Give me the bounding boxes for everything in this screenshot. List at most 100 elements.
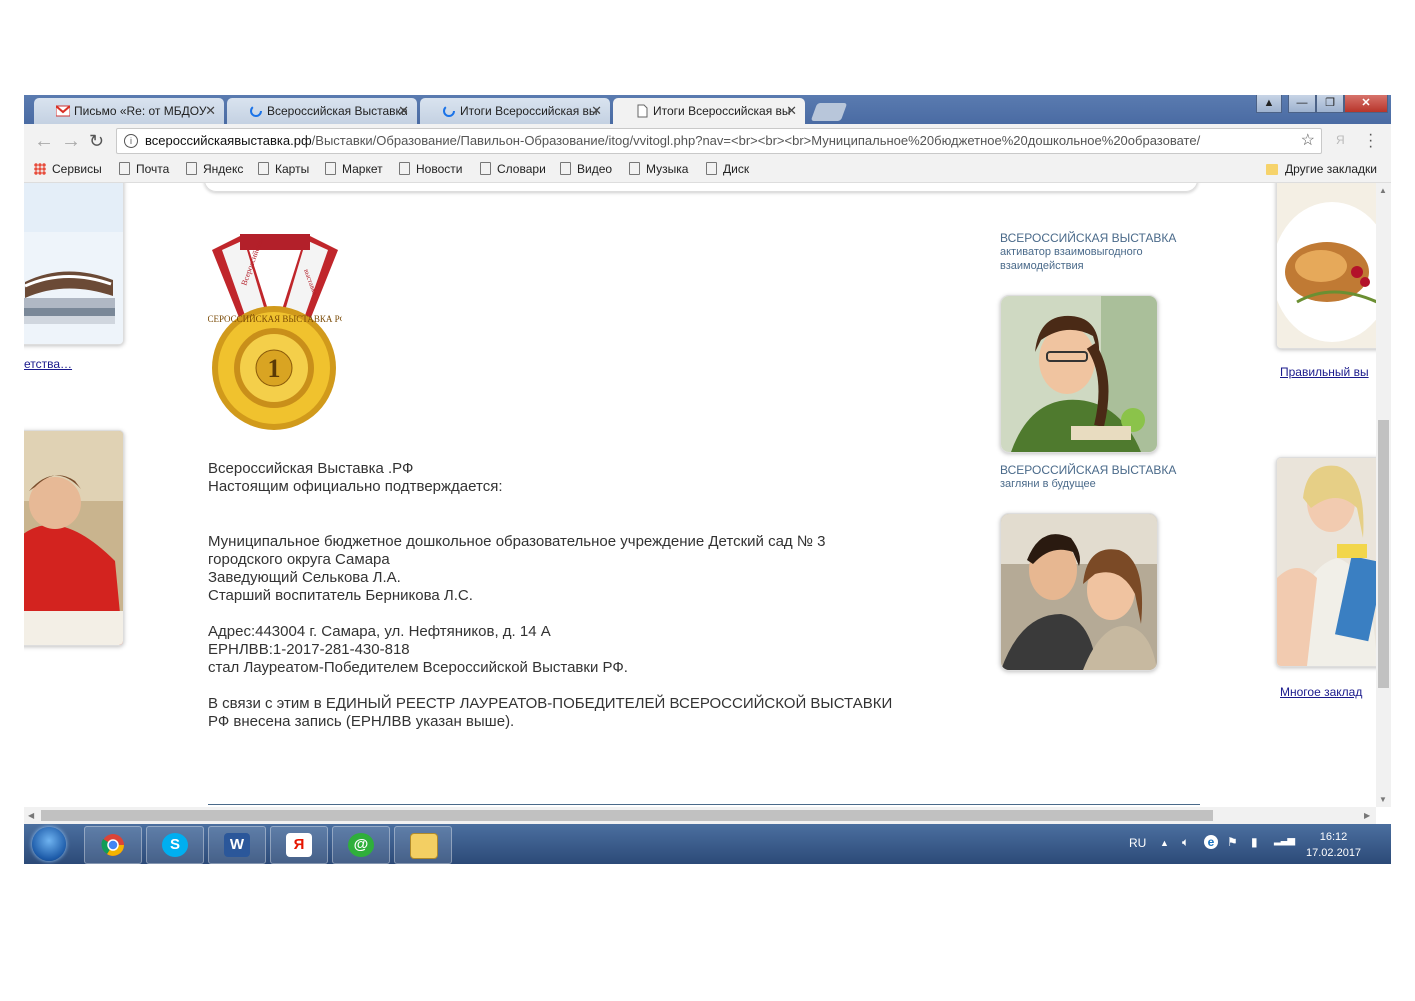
scroll-left-icon[interactable]: ◀ <box>28 811 34 820</box>
bookmarks-bar: Сервисы Почта Яндекс Карты Маркет Новост… <box>24 159 1391 183</box>
horizontal-scrollbar[interactable]: ◀ ▶ <box>24 807 1376 824</box>
url-host: всероссийскаявыставка.рф <box>145 133 312 148</box>
page-icon <box>258 162 269 175</box>
page-icon <box>480 162 491 175</box>
forward-icon[interactable]: → <box>61 130 81 153</box>
left-card-books[interactable] <box>24 183 124 345</box>
right-card-girls[interactable] <box>1276 457 1376 667</box>
registry-line-1: В связи с этим в ЕДИНЫЙ РЕЕСТР ЛАУРЕАТОВ… <box>208 695 893 712</box>
couple-image <box>1001 514 1157 670</box>
folder-icon <box>1266 164 1278 175</box>
horizontal-scroll-thumb[interactable] <box>41 810 1213 821</box>
info-icon[interactable]: i <box>124 134 138 148</box>
tab-strip: Письмо «Re: от МБДОУ ✕ Всероссийская Выс… <box>24 95 1391 124</box>
tab-results-1[interactable]: Итоги Всероссийская вы ✕ <box>420 98 610 124</box>
page-icon <box>706 162 717 175</box>
taskbar-skype[interactable]: S <box>146 826 204 864</box>
right-card-food[interactable] <box>1276 183 1376 349</box>
other-bookmarks[interactable]: Другие закладки <box>1266 162 1377 176</box>
tab-exhibition[interactable]: Всероссийская Выставка ✕ <box>227 98 417 124</box>
volume-icon[interactable]: 🔈︎ <box>1182 835 1189 850</box>
tab-results-2[interactable]: Итоги Всероссийская вы ✕ <box>613 98 805 124</box>
taskbar-chrome[interactable] <box>84 826 142 864</box>
close-icon[interactable]: ✕ <box>205 103 216 119</box>
promo-sub: взаимодействия <box>1000 260 1084 272</box>
tab-mail[interactable]: Письмо «Re: от МБДОУ ✕ <box>34 98 224 124</box>
minimize-button[interactable]: — <box>1288 95 1316 113</box>
student-image <box>24 431 123 645</box>
bookmark-item[interactable]: Маркет <box>325 162 383 176</box>
tab-title: Итоги Всероссийская вы <box>653 104 791 118</box>
bookmark-star-icon[interactable]: ☆ <box>1301 129 1315 153</box>
new-tab-button[interactable] <box>810 103 848 121</box>
right-card-link-1[interactable]: Правильный вы <box>1280 365 1369 379</box>
medal-ring-text: ВСЕРОССИЙСКАЯ ВЫСТАВКА РФ <box>208 314 342 324</box>
org-name: Муниципальное бюджетное дошкольное образ… <box>208 533 826 550</box>
address-bar[interactable]: i всероссийскаявыставка.рф/Выставки/Обра… <box>116 128 1322 154</box>
back-icon[interactable]: ← <box>34 130 54 153</box>
start-button[interactable] <box>32 827 66 861</box>
right-card-link-2[interactable]: Многое заклад <box>1280 685 1362 699</box>
promo-block-2[interactable]: ВСЕРОССИЙСКАЯ ВЫСТАВКА загляни в будущее <box>1000 463 1176 491</box>
promo-sub: загляни в будущее <box>1000 478 1096 490</box>
vertical-scrollbar[interactable]: ▲ ▼ <box>1376 183 1391 807</box>
promo-block-1[interactable]: ВСЕРОССИЙСКАЯ ВЫСТАВКА активатор взаимов… <box>1000 231 1176 273</box>
scroll-up-icon[interactable]: ▲ <box>1379 186 1387 195</box>
tray-expand-icon[interactable]: ▲ <box>1160 838 1169 848</box>
loading-icon <box>250 105 262 117</box>
bookmark-item[interactable]: Яндекс <box>186 162 243 176</box>
vertical-scroll-thumb[interactable] <box>1378 420 1389 688</box>
promo-title: ВСЕРОССИЙСКАЯ ВЫСТАВКА <box>1000 231 1177 245</box>
clock-time: 16:12 <box>1319 831 1348 843</box>
left-card-link[interactable]: етства… <box>24 357 72 371</box>
clock[interactable]: 16:12 17.02.2017 <box>1306 829 1361 861</box>
close-icon[interactable]: ✕ <box>591 103 602 119</box>
user-icon[interactable]: ▲ <box>1256 95 1282 113</box>
bookmark-item[interactable]: Музыка <box>629 162 688 176</box>
network-signal-icon[interactable]: ▂▃▅ <box>1274 835 1295 846</box>
explorer-icon <box>410 833 438 859</box>
books-image <box>24 183 123 344</box>
promo-image-couple[interactable] <box>1000 513 1158 671</box>
edge-icon[interactable]: e <box>1204 835 1218 849</box>
scroll-down-icon[interactable]: ▼ <box>1379 795 1387 804</box>
menu-icon[interactable]: · · · <box>1368 127 1373 155</box>
clock-date: 17.02.2017 <box>1306 847 1362 859</box>
page-icon <box>119 162 130 175</box>
left-card-student[interactable] <box>24 430 124 646</box>
bookmark-item[interactable]: Словари <box>480 162 546 176</box>
bookmark-item[interactable]: Видео <box>560 162 612 176</box>
scroll-right-icon[interactable]: ▶ <box>1364 811 1370 820</box>
taskbar-explorer[interactable] <box>394 826 452 864</box>
reload-icon[interactable]: ↻ <box>89 131 104 152</box>
battery-icon[interactable]: ▮ <box>1251 835 1258 849</box>
taskbar-yandex[interactable]: Я <box>270 826 328 864</box>
taskbar-word[interactable]: W <box>208 826 266 864</box>
language-indicator[interactable]: RU <box>1129 836 1146 850</box>
page-icon <box>186 162 197 175</box>
bookmark-item[interactable]: Новости <box>399 162 462 176</box>
header-box-bottom <box>204 183 1198 192</box>
flag-icon[interactable]: ⚑ <box>1227 835 1238 849</box>
site-name: Всероссийская Выставка .РФ <box>208 460 414 477</box>
web-page: етства… Всероссийская выставка 1 ВСЕРОСС… <box>24 183 1376 807</box>
promo-sub: активатор взаимовыгодного <box>1000 246 1143 258</box>
bookmark-item[interactable]: Карты <box>258 162 309 176</box>
medal-number: 1 <box>268 354 281 383</box>
close-window-button[interactable]: ✕ <box>1344 95 1388 113</box>
medal-icon: Всероссийская выставка 1 ВСЕРОССИЙСКАЯ В… <box>208 234 342 430</box>
bookmark-item[interactable]: Диск <box>706 162 749 176</box>
toolbar: ← → ↻ i всероссийскаявыставка.рф/Выставк… <box>24 124 1391 159</box>
close-icon[interactable]: ✕ <box>786 103 797 119</box>
bookmark-apps[interactable]: Сервисы <box>34 162 102 176</box>
bookmark-item[interactable]: Почта <box>119 162 169 176</box>
girls-image <box>1277 458 1376 666</box>
maximize-button[interactable]: ❐ <box>1316 95 1344 113</box>
promo-title: ВСЕРОССИЙСКАЯ ВЫСТАВКА <box>1000 463 1177 477</box>
yandex-extension-icon[interactable]: Я <box>1336 133 1345 147</box>
taskbar-mail-agent[interactable]: @ <box>332 826 390 864</box>
page-icon <box>325 162 336 175</box>
content-divider <box>208 804 1200 805</box>
close-icon[interactable]: ✕ <box>398 103 409 119</box>
promo-image-girl[interactable] <box>1000 295 1158 453</box>
